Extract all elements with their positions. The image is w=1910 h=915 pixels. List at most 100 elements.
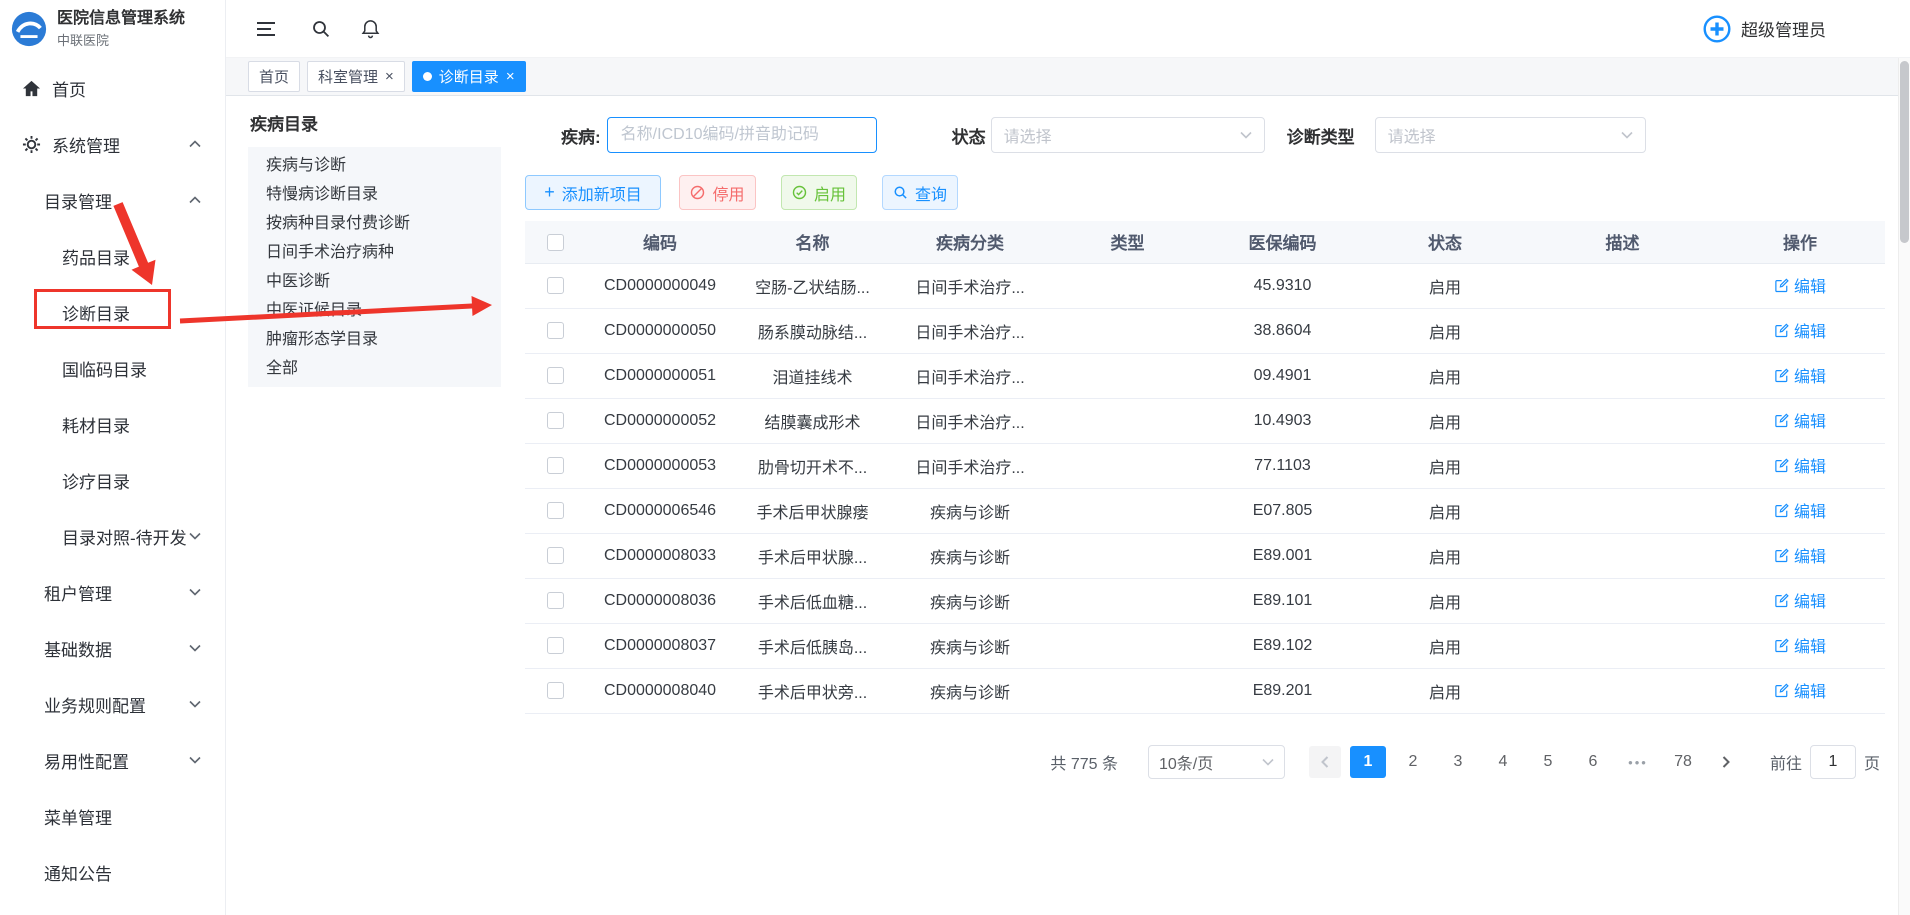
catalog-item-special-chronic[interactable]: 特慢病诊断目录 bbox=[248, 180, 501, 209]
row-checkbox[interactable] bbox=[547, 322, 564, 339]
cell-type bbox=[1050, 353, 1205, 398]
page-button-6[interactable]: 6 bbox=[1575, 746, 1611, 778]
chevron-down-icon bbox=[189, 589, 201, 596]
page-button-3[interactable]: 3 bbox=[1440, 746, 1476, 778]
sidebar-item-catalog-mapping[interactable]: 目录对照-待开发 bbox=[0, 508, 225, 564]
sidebar-item-national-clinical-code-catalog[interactable]: 国临码目录 bbox=[0, 340, 225, 396]
row-checkbox[interactable] bbox=[547, 682, 564, 699]
edit-button[interactable]: 编辑 bbox=[1774, 543, 1826, 567]
sidebar-item-consumables-catalog[interactable]: 耗材目录 bbox=[0, 396, 225, 452]
select-all-checkbox[interactable] bbox=[547, 234, 564, 251]
sidebar-item-label: 通知公告 bbox=[44, 860, 112, 885]
catalog-item-all[interactable]: 全部 bbox=[248, 354, 501, 383]
scrollbar-thumb[interactable] bbox=[1900, 61, 1909, 243]
edit-button-label: 编辑 bbox=[1794, 408, 1826, 432]
row-checkbox[interactable] bbox=[547, 277, 564, 294]
edit-button[interactable]: 编辑 bbox=[1774, 453, 1826, 477]
sidebar-item-menu-management[interactable]: 菜单管理 bbox=[0, 788, 225, 844]
edit-button[interactable]: 编辑 bbox=[1774, 318, 1826, 342]
cell-insurance-code: E89.102 bbox=[1205, 623, 1360, 668]
sidebar-item-home[interactable]: 首页 bbox=[0, 60, 225, 116]
page-button-2[interactable]: 2 bbox=[1395, 746, 1431, 778]
chevron-down-icon bbox=[189, 757, 201, 764]
add-item-button[interactable]: + 添加新项目 bbox=[525, 175, 661, 210]
disease-search-input[interactable] bbox=[607, 117, 877, 153]
sidebar-item-drug-catalog[interactable]: 药品目录 bbox=[0, 228, 225, 284]
column-header-actions: 操作 bbox=[1715, 221, 1885, 263]
row-checkbox[interactable] bbox=[547, 367, 564, 384]
cell-description bbox=[1530, 533, 1715, 578]
catalog-item-tumor-morphology[interactable]: 肿瘤形态学目录 bbox=[248, 325, 501, 354]
chevron-down-icon bbox=[189, 701, 201, 708]
sidebar-item-diagnosis-catalog[interactable]: 诊断目录 bbox=[0, 284, 225, 340]
page-button-78[interactable]: 78 bbox=[1665, 746, 1701, 778]
row-checkbox[interactable] bbox=[547, 637, 564, 654]
row-checkbox[interactable] bbox=[547, 547, 564, 564]
status-select[interactable]: 请选择 bbox=[991, 117, 1265, 153]
edit-icon bbox=[1774, 683, 1789, 698]
edit-button[interactable]: 编辑 bbox=[1774, 678, 1826, 702]
row-checkbox[interactable] bbox=[547, 457, 564, 474]
catalog-item-tcm-diagnosis[interactable]: 中医诊断 bbox=[248, 267, 501, 296]
edit-button[interactable]: 编辑 bbox=[1774, 273, 1826, 297]
close-icon[interactable]: × bbox=[506, 69, 515, 84]
catalog-item-pay-by-disease[interactable]: 按病种目录付费诊断 bbox=[248, 209, 501, 238]
edit-button[interactable]: 编辑 bbox=[1774, 498, 1826, 522]
catalog-item-disease-diagnosis[interactable]: 疾病与诊断 bbox=[248, 151, 501, 180]
sidebar-item-catalog-management[interactable]: 目录管理 bbox=[0, 172, 225, 228]
hamburger-icon[interactable] bbox=[254, 17, 278, 41]
sidebar-item-notice[interactable]: 通知公告 bbox=[0, 844, 225, 900]
search-icon[interactable] bbox=[309, 17, 333, 41]
sidebar-item-business-rules-config[interactable]: 业务规则配置 bbox=[0, 676, 225, 732]
cell-code: CD0000006546 bbox=[585, 488, 735, 533]
row-checkbox[interactable] bbox=[547, 502, 564, 519]
edit-button[interactable]: 编辑 bbox=[1774, 588, 1826, 612]
edit-button[interactable]: 编辑 bbox=[1774, 363, 1826, 387]
disable-label: 停用 bbox=[712, 181, 744, 205]
edit-button[interactable]: 编辑 bbox=[1774, 408, 1826, 432]
cell-status: 启用 bbox=[1360, 308, 1530, 353]
page-size-select[interactable]: 10条/页 bbox=[1148, 745, 1285, 779]
edit-button[interactable]: 编辑 bbox=[1774, 633, 1826, 657]
page-size-value: 10条/页 bbox=[1159, 750, 1213, 774]
status-select-placeholder: 请选择 bbox=[1004, 123, 1052, 147]
query-button[interactable]: 查询 bbox=[882, 175, 958, 210]
next-page-button[interactable] bbox=[1710, 746, 1742, 778]
diagnosis-type-select[interactable]: 请选择 bbox=[1375, 117, 1646, 153]
bell-icon[interactable] bbox=[358, 17, 382, 41]
tab-diagnosis-catalog[interactable]: 诊断目录 × bbox=[412, 61, 526, 92]
sidebar-item-tenant-management[interactable]: 租户管理 bbox=[0, 564, 225, 620]
row-checkbox[interactable] bbox=[547, 592, 564, 609]
page-button-5[interactable]: 5 bbox=[1530, 746, 1566, 778]
page-button-4[interactable]: 4 bbox=[1485, 746, 1521, 778]
disable-button[interactable]: 停用 bbox=[679, 175, 756, 210]
catalog-item-day-surgery[interactable]: 日间手术治疗病种 bbox=[248, 238, 501, 267]
sidebar-item-system-management[interactable]: 系统管理 bbox=[0, 116, 225, 172]
sidebar-item-basic-data[interactable]: 基础数据 bbox=[0, 620, 225, 676]
cell-description bbox=[1530, 443, 1715, 488]
prev-page-button[interactable] bbox=[1309, 746, 1341, 778]
row-checkbox[interactable] bbox=[547, 412, 564, 429]
goto-page-input[interactable] bbox=[1810, 745, 1856, 779]
tab-department-management[interactable]: 科室管理 × bbox=[307, 61, 405, 92]
active-tab-dot bbox=[423, 72, 432, 81]
user-name: 超级管理员 bbox=[1741, 16, 1826, 41]
cell-insurance-code: 45.9310 bbox=[1205, 263, 1360, 308]
cell-code: CD0000000053 bbox=[585, 443, 735, 488]
vertical-scrollbar[interactable] bbox=[1898, 58, 1910, 915]
edit-button-label: 编辑 bbox=[1794, 273, 1826, 297]
add-item-label: 添加新项目 bbox=[562, 181, 642, 205]
table-row: CD0000008036 手术后低血糖... 疾病与诊断 E89.101 启用 … bbox=[525, 578, 1885, 623]
pagination-ellipsis[interactable]: ••• bbox=[1620, 746, 1656, 778]
user-menu[interactable]: 超级管理员 bbox=[1702, 14, 1826, 44]
enable-button[interactable]: 启用 bbox=[781, 175, 857, 210]
close-icon[interactable]: × bbox=[385, 69, 394, 84]
tab-label: 诊断目录 bbox=[439, 66, 499, 87]
chevron-down-icon bbox=[189, 533, 201, 540]
tab-home[interactable]: 首页 bbox=[248, 61, 300, 92]
page-button-1[interactable]: 1 bbox=[1350, 746, 1386, 778]
disease-catalog-panel: 疾病目录 疾病与诊断 特慢病诊断目录 按病种目录付费诊断 日间手术治疗病种 中医… bbox=[248, 106, 501, 387]
catalog-item-tcm-syndrome[interactable]: 中医证候目录 bbox=[248, 296, 501, 325]
sidebar-item-treatment-catalog[interactable]: 诊疗目录 bbox=[0, 452, 225, 508]
sidebar-item-usability-config[interactable]: 易用性配置 bbox=[0, 732, 225, 788]
